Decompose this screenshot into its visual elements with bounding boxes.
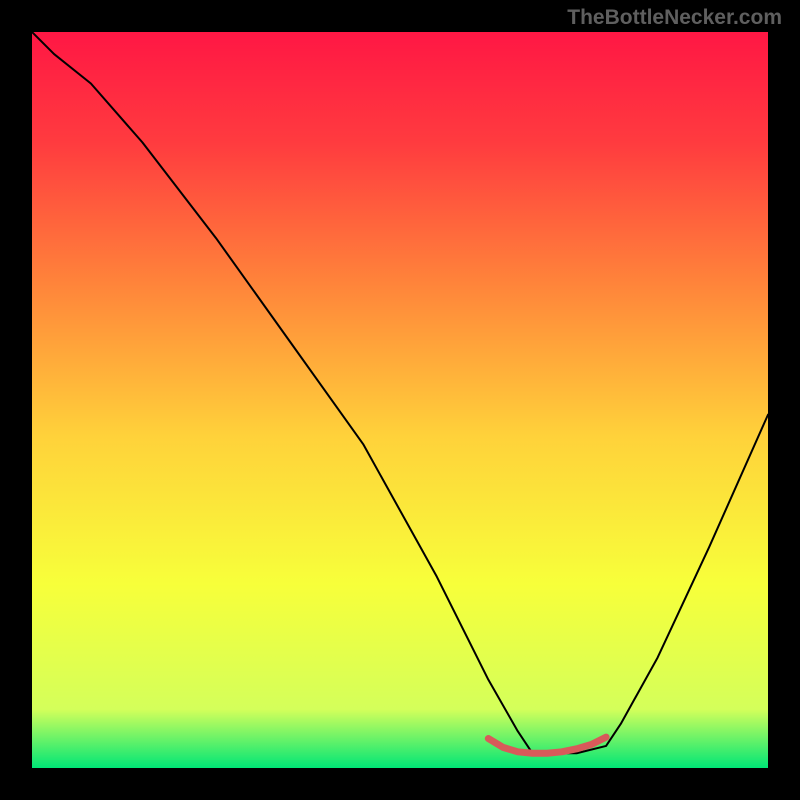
plot-area [32,32,768,768]
watermark-text: TheBottleNecker.com [567,6,782,30]
chart-container: TheBottleNecker.com [0,0,800,800]
chart-svg [32,32,768,768]
